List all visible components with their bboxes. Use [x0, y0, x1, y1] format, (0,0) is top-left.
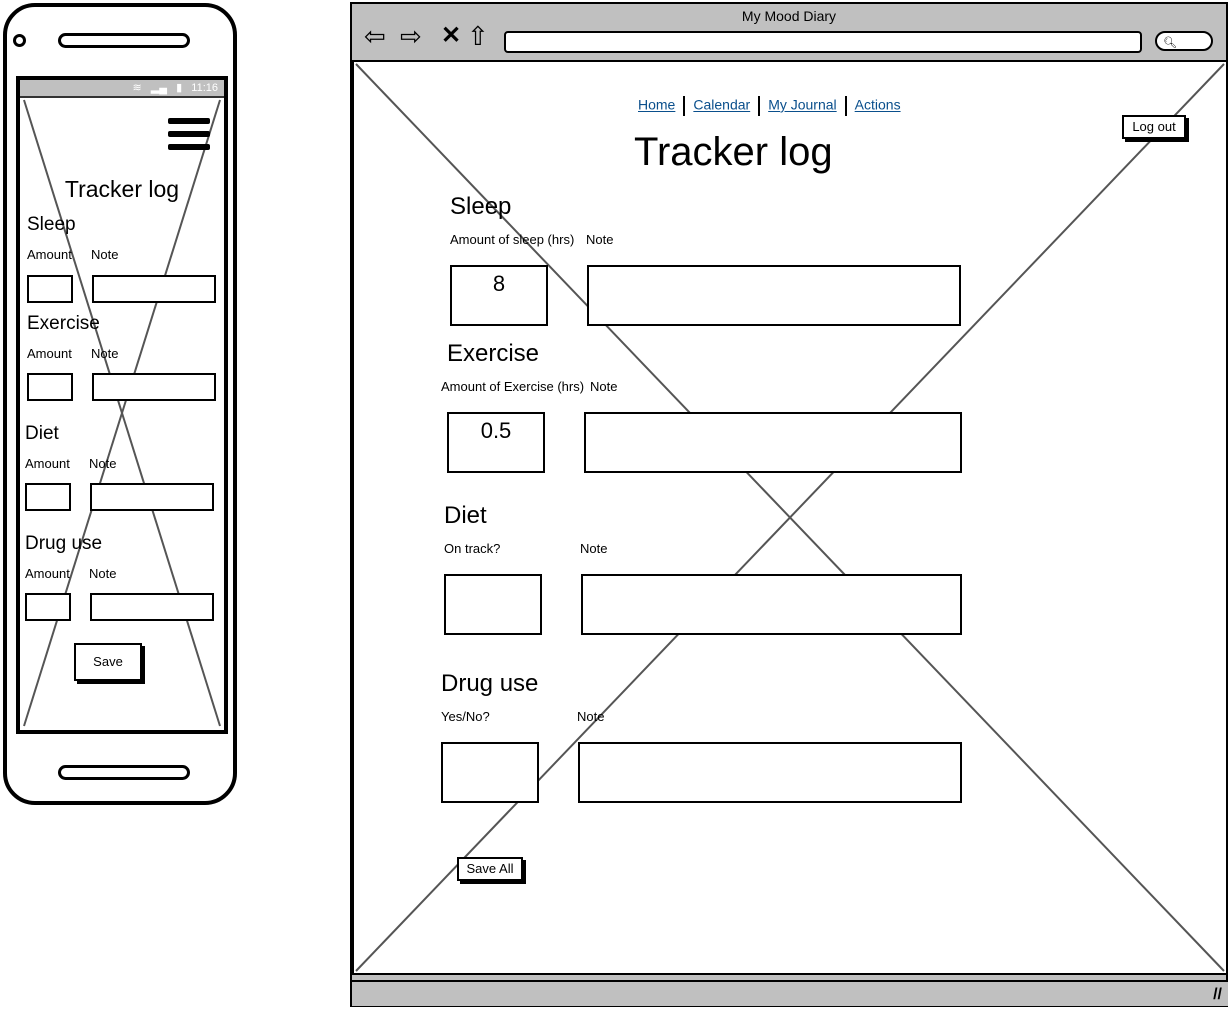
- signal-icon: ▂▄: [150, 82, 168, 94]
- mobile-drug-amount-input[interactable]: [25, 593, 71, 621]
- mobile-amount-label: Amount: [25, 566, 70, 581]
- section-heading-exercise: Exercise: [447, 340, 540, 367]
- sleep-note-input[interactable]: [587, 265, 961, 326]
- drug-note-label: Note: [577, 709, 605, 724]
- section-heading-sleep: Sleep: [450, 193, 512, 220]
- home-icon[interactable]: ⇧: [467, 20, 489, 52]
- nav-link-calendar[interactable]: Calendar: [693, 97, 750, 113]
- nav-link-actions[interactable]: Actions: [855, 97, 901, 113]
- mobile-amount-label: Amount: [27, 346, 72, 361]
- close-x-icon[interactable]: ✕: [441, 20, 461, 52]
- mobile-diet-amount-input[interactable]: [25, 483, 71, 511]
- resize-grip-icon[interactable]: //: [1213, 986, 1222, 1004]
- drug-yesno-input[interactable]: [441, 742, 539, 803]
- mobile-section-heading-diet: Diet: [25, 423, 59, 444]
- section-heading-drug-use: Drug use: [441, 670, 539, 697]
- save-all-button[interactable]: Save All: [457, 857, 523, 881]
- mobile-exercise-amount-input[interactable]: [27, 373, 73, 401]
- sleep-amount-label: Amount of sleep (hrs): [450, 232, 575, 247]
- mobile-amount-label: Amount: [25, 456, 70, 471]
- mobile-section-heading-drug-use: Drug use: [25, 533, 103, 554]
- nav-divider: [758, 96, 761, 116]
- drug-note-input[interactable]: [578, 742, 962, 803]
- browser-status-bar: //: [352, 980, 1228, 1006]
- hamburger-menu-icon[interactable]: [168, 118, 210, 154]
- mobile-sleep-note-input[interactable]: [92, 275, 216, 303]
- exercise-amount-label: Amount of Exercise (hrs): [441, 379, 585, 394]
- forward-arrow-icon[interactable]: ⇨: [400, 20, 422, 52]
- mobile-exercise-note-input[interactable]: [92, 373, 216, 401]
- diet-ontrack-input[interactable]: [444, 574, 542, 635]
- drug-yesno-label: Yes/No?: [441, 709, 490, 724]
- phone-home-button[interactable]: [58, 765, 190, 780]
- nav-divider: [844, 96, 847, 116]
- mobile-section-heading-exercise: Exercise: [27, 313, 100, 334]
- logout-button[interactable]: Log out: [1122, 115, 1186, 139]
- sleep-amount-input[interactable]: 8: [450, 265, 548, 326]
- exercise-note-label: Note: [590, 379, 618, 394]
- status-time: 11:16: [191, 82, 218, 94]
- mobile-save-button[interactable]: Save: [74, 643, 142, 681]
- phone-speaker: [58, 33, 190, 48]
- search-icon: 🔍︎: [1163, 37, 1177, 49]
- nav-link-my-journal[interactable]: My Journal: [768, 97, 836, 113]
- exercise-note-input[interactable]: [584, 412, 962, 473]
- main-nav: Home Calendar My Journal Actions: [638, 96, 901, 116]
- sleep-note-label: Note: [586, 232, 614, 247]
- mobile-drug-note-input[interactable]: [90, 593, 214, 621]
- diet-ontrack-label: On track?: [444, 541, 501, 556]
- page-title: Tracker log: [634, 130, 833, 174]
- diet-note-input[interactable]: [581, 574, 962, 635]
- nav-link-home[interactable]: Home: [638, 97, 675, 113]
- mobile-amount-label: Amount: [27, 247, 72, 262]
- mobile-note-label: Note: [89, 566, 117, 581]
- wifi-icon: ≋: [132, 82, 142, 94]
- battery-icon: ▮: [176, 82, 183, 94]
- diet-note-label: Note: [580, 541, 608, 556]
- mobile-screen: ≋ ▂▄ ▮ 11:16 Tracker log Sleep Amount No…: [16, 76, 228, 734]
- mobile-section-heading-sleep: Sleep: [27, 214, 76, 235]
- mobile-note-label: Note: [91, 346, 119, 361]
- browser-search-field[interactable]: 🔍︎: [1155, 31, 1213, 51]
- mobile-page-title: Tracker log: [64, 176, 180, 202]
- mobile-diet-note-input[interactable]: [90, 483, 214, 511]
- mobile-sleep-amount-input[interactable]: [27, 275, 73, 303]
- back-arrow-icon[interactable]: ⇦: [364, 20, 386, 52]
- exercise-amount-input[interactable]: 0.5: [447, 412, 545, 473]
- phone-camera-icon: [13, 34, 26, 47]
- mobile-note-label: Note: [89, 456, 117, 471]
- url-bar-input[interactable]: [504, 31, 1142, 53]
- section-heading-diet: Diet: [444, 502, 487, 529]
- mobile-status-bar: ≋ ▂▄ ▮ 11:16: [20, 80, 224, 98]
- nav-divider: [683, 96, 686, 116]
- mobile-note-label: Note: [91, 247, 119, 262]
